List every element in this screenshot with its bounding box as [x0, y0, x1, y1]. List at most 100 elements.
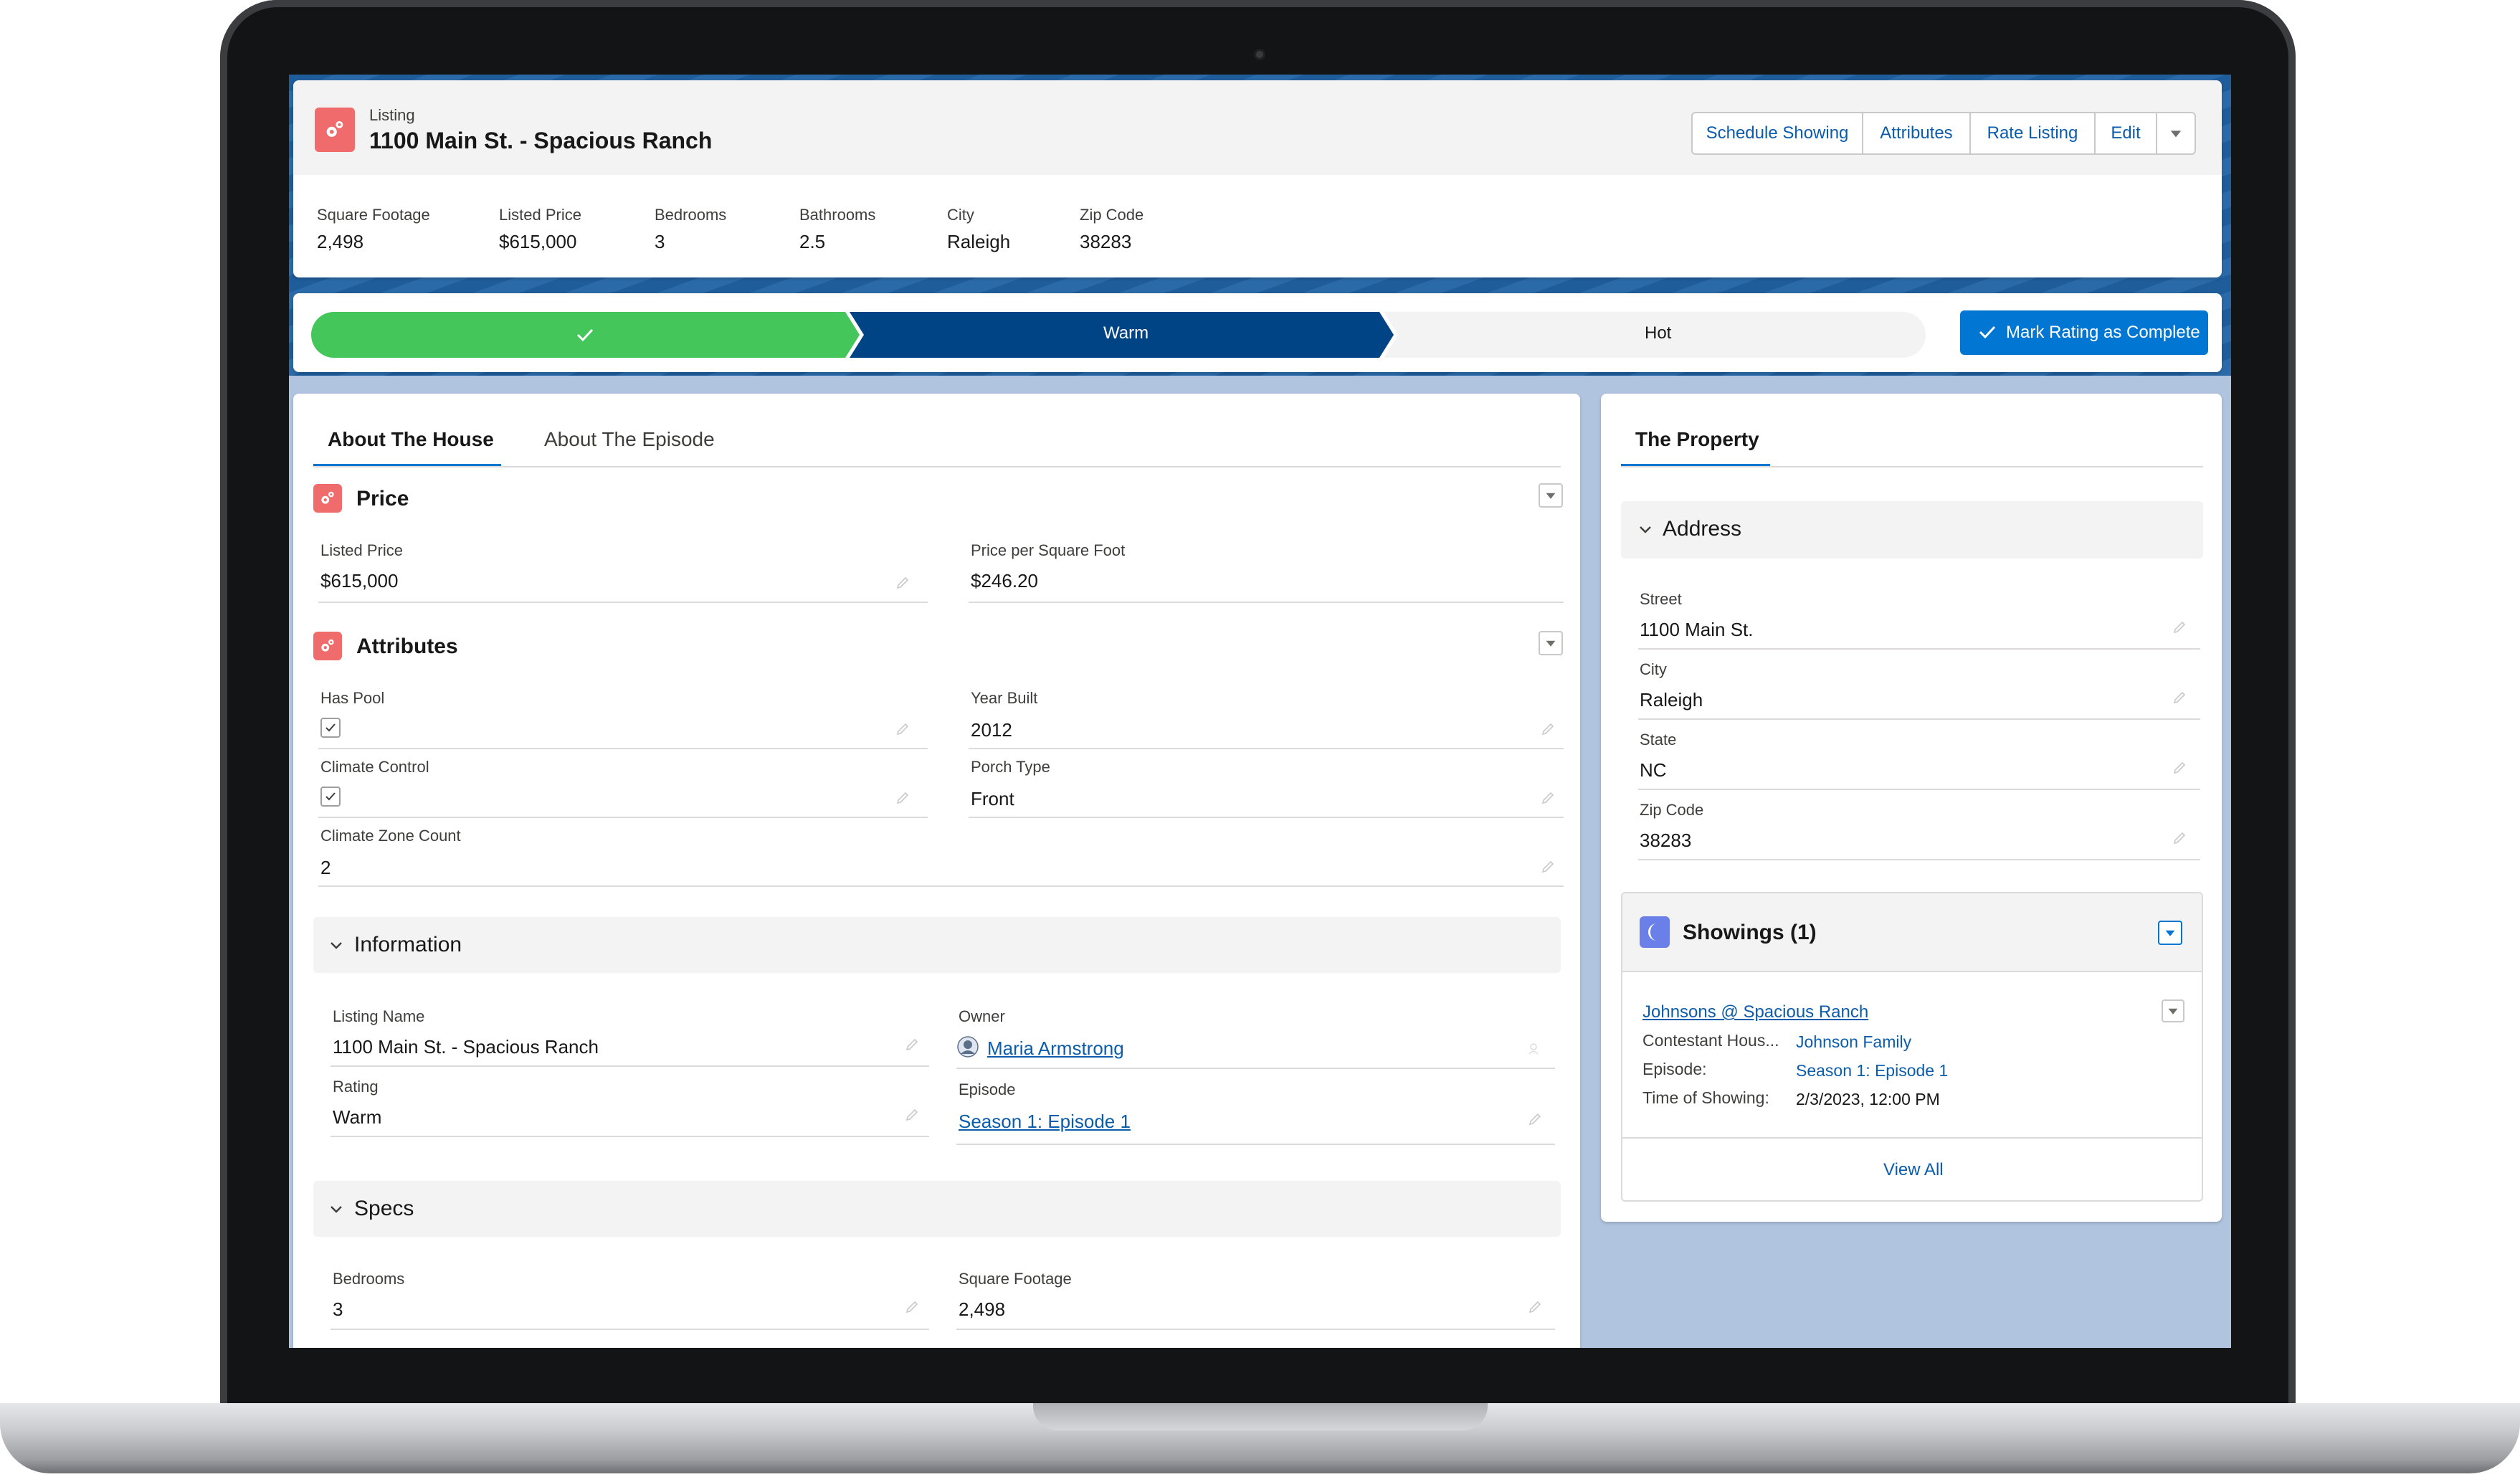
address-section-header[interactable]: Address [1621, 501, 2203, 559]
edit-pencil-icon[interactable] [895, 722, 910, 736]
showings-icon [1640, 916, 1670, 948]
chevron-down-icon [1546, 493, 1556, 499]
showings-title[interactable]: Showings (1) [1683, 921, 1817, 945]
edit-pencil-icon[interactable] [2172, 761, 2187, 775]
edit-pencil-icon[interactable] [2172, 831, 2187, 845]
rate-listing-button[interactable]: Rate Listing [1969, 112, 2096, 155]
year-built-label: Year Built [971, 689, 1038, 707]
price-per-sqft-label: Price per Square Foot [971, 541, 1126, 559]
city-label: City [1640, 660, 1667, 678]
edit-pencil-icon[interactable] [1528, 1112, 1542, 1126]
price-menu-button[interactable] [1539, 483, 1563, 508]
listing-icon [315, 108, 355, 152]
object-type-label: Listing [369, 106, 415, 124]
owner-link[interactable]: Maria Armstrong [987, 1037, 1124, 1060]
time-of-showing-label: Time of Showing: [1642, 1088, 1769, 1107]
sqft-value: 2,498 [959, 1298, 1006, 1320]
year-built-value: 2012 [971, 719, 1012, 741]
specs-section-header[interactable]: Specs [313, 1181, 1561, 1237]
path-stage-label: Hot [1645, 323, 1672, 343]
schedule-showing-button[interactable]: Schedule Showing [1691, 112, 1863, 155]
view-all-link[interactable]: View All [1883, 1160, 1944, 1180]
zip-value: 38283 [1640, 830, 1692, 851]
attributes-section-title: Attributes [356, 635, 458, 658]
edit-pencil-icon[interactable] [1528, 1300, 1542, 1314]
edit-button[interactable]: Edit [2094, 112, 2157, 155]
property-card: The Property Address Street 1100 Main St… [1601, 394, 2222, 1222]
check-icon [325, 792, 336, 801]
more-actions-button[interactable] [2156, 112, 2196, 155]
highlight-label: Zip Code [1080, 206, 1144, 224]
information-section-header[interactable]: Information [313, 917, 1561, 973]
showing-row-menu-button[interactable] [2162, 999, 2184, 1022]
change-owner-icon[interactable] [1528, 1041, 1542, 1055]
check-icon [576, 328, 594, 342]
listing-name-value: 1100 Main St. - Spacious Ranch [333, 1036, 599, 1058]
price-per-sqft-value: $246.20 [971, 570, 1038, 592]
listing-name-label: Listing Name [333, 1007, 425, 1025]
owner-label: Owner [959, 1007, 1005, 1025]
city-value: Raleigh [1640, 689, 1703, 711]
edit-pencil-icon[interactable] [2172, 690, 2187, 705]
edit-pencil-icon[interactable] [2172, 620, 2187, 635]
tab-the-property[interactable]: The Property [1635, 428, 1759, 451]
attributes-icon [313, 632, 342, 660]
record-header: Listing 1100 Main St. - Spacious Ranch S… [293, 80, 2222, 277]
listed-price-value: $615,000 [320, 570, 399, 592]
climate-control-label: Climate Control [320, 758, 429, 776]
showings-related-list: Showings (1) Johnsons @ Spacious Ranch C… [1621, 892, 2203, 1202]
screen: Listing 1100 Main St. - Spacious Ranch S… [289, 75, 2231, 1348]
state-label: State [1640, 731, 1677, 749]
showing-episode-link[interactable]: Season 1: Episode 1 [1796, 1061, 1948, 1080]
highlight-value: 38283 [1080, 231, 1132, 252]
check-icon [325, 723, 336, 732]
tab-about-the-house[interactable]: About The House [328, 428, 494, 451]
camera-icon [1254, 49, 1265, 60]
has-pool-checkbox[interactable] [320, 718, 341, 738]
edit-pencil-icon[interactable] [1541, 791, 1555, 805]
highlight-label: Bedrooms [655, 206, 727, 224]
mark-complete-button[interactable]: Mark Rating as Complete [1960, 310, 2208, 355]
edit-pencil-icon[interactable] [905, 1300, 919, 1314]
zip-label: Zip Code [1640, 801, 1704, 819]
edit-pencil-icon[interactable] [895, 791, 910, 805]
street-label: Street [1640, 590, 1682, 608]
edit-pencil-icon[interactable] [1541, 722, 1555, 736]
bedrooms-value: 3 [333, 1298, 343, 1320]
edit-pencil-icon[interactable] [905, 1037, 919, 1052]
chevron-down-icon [328, 1201, 345, 1218]
chevron-down-icon [1546, 640, 1556, 647]
highlight-value: 3 [655, 231, 665, 252]
has-pool-label: Has Pool [320, 689, 385, 707]
attributes-menu-button[interactable] [1539, 631, 1563, 655]
edit-pencil-icon[interactable] [905, 1108, 919, 1122]
contestant-link[interactable]: Johnson Family [1796, 1032, 1911, 1052]
edit-pencil-icon[interactable] [1541, 860, 1555, 874]
chevron-down-icon [328, 937, 345, 954]
laptop-notch [1033, 1403, 1488, 1430]
showings-menu-button[interactable] [2158, 921, 2182, 945]
highlight-label: Square Footage [317, 206, 430, 224]
climate-zone-label: Climate Zone Count [320, 827, 461, 845]
attributes-button[interactable]: Attributes [1862, 112, 1971, 155]
rating-value: Warm [333, 1106, 382, 1128]
chevron-down-icon [2165, 930, 2175, 936]
avatar-icon [957, 1036, 979, 1058]
sqft-label: Square Footage [959, 1270, 1072, 1288]
highlight-label: City [947, 206, 974, 224]
path-stage-label: Warm [1103, 323, 1149, 343]
showing-record-link[interactable]: Johnsons @ Spacious Ranch [1642, 1002, 1868, 1022]
chevron-down-icon [2170, 130, 2182, 138]
tab-about-the-episode[interactable]: About The Episode [544, 428, 715, 451]
rating-label: Rating [333, 1078, 379, 1096]
highlight-value: $615,000 [499, 231, 577, 252]
episode-label: Episode [959, 1080, 1016, 1098]
showing-episode-label: Episode: [1642, 1060, 1707, 1078]
episode-link[interactable]: Season 1: Episode 1 [959, 1111, 1131, 1133]
main-detail-card: About The House About The Episode Price … [293, 394, 1580, 1348]
information-section-title: Information [354, 933, 462, 956]
edit-pencil-icon[interactable] [895, 576, 910, 590]
climate-control-checkbox[interactable] [320, 787, 341, 807]
contestant-label: Contestant Hous... [1642, 1031, 1779, 1050]
porch-type-value: Front [971, 788, 1014, 809]
